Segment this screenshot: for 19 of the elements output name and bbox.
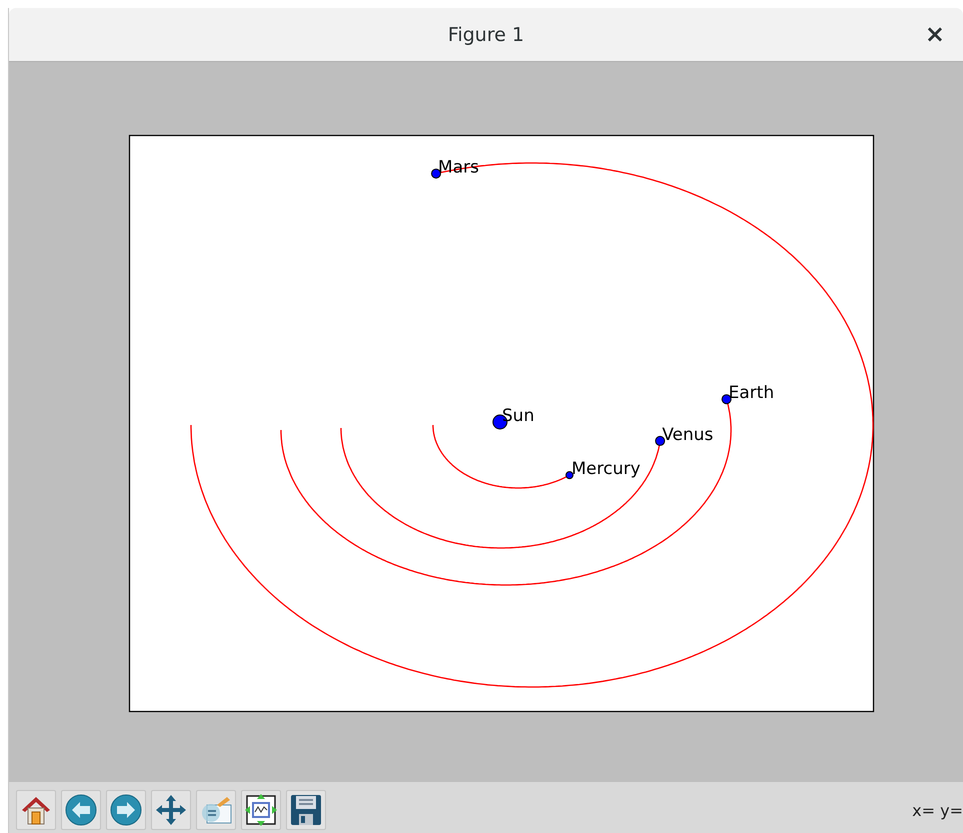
forward-button[interactable] <box>106 790 146 830</box>
planet-label: Mercury <box>572 459 640 480</box>
close-button[interactable]: × <box>920 20 949 48</box>
zoom-button[interactable] <box>196 790 236 830</box>
planet-label: Venus <box>662 424 714 445</box>
sun-label: Sun <box>502 406 534 426</box>
planet-label: Earth <box>728 383 774 404</box>
planet-marker <box>722 394 732 404</box>
home-button[interactable] <box>16 790 56 830</box>
back-button[interactable] <box>61 790 101 830</box>
subplots-icon <box>244 792 278 826</box>
planet-marker <box>431 168 442 179</box>
move-arrows-icon <box>154 792 188 826</box>
planet-marker <box>566 471 574 480</box>
cursor-coordinates: x= y= <box>912 800 963 820</box>
save-button[interactable] <box>286 790 326 830</box>
window-title: Figure 1 <box>448 24 524 46</box>
pan-button[interactable] <box>151 790 191 830</box>
subplots-button[interactable] <box>241 790 281 830</box>
